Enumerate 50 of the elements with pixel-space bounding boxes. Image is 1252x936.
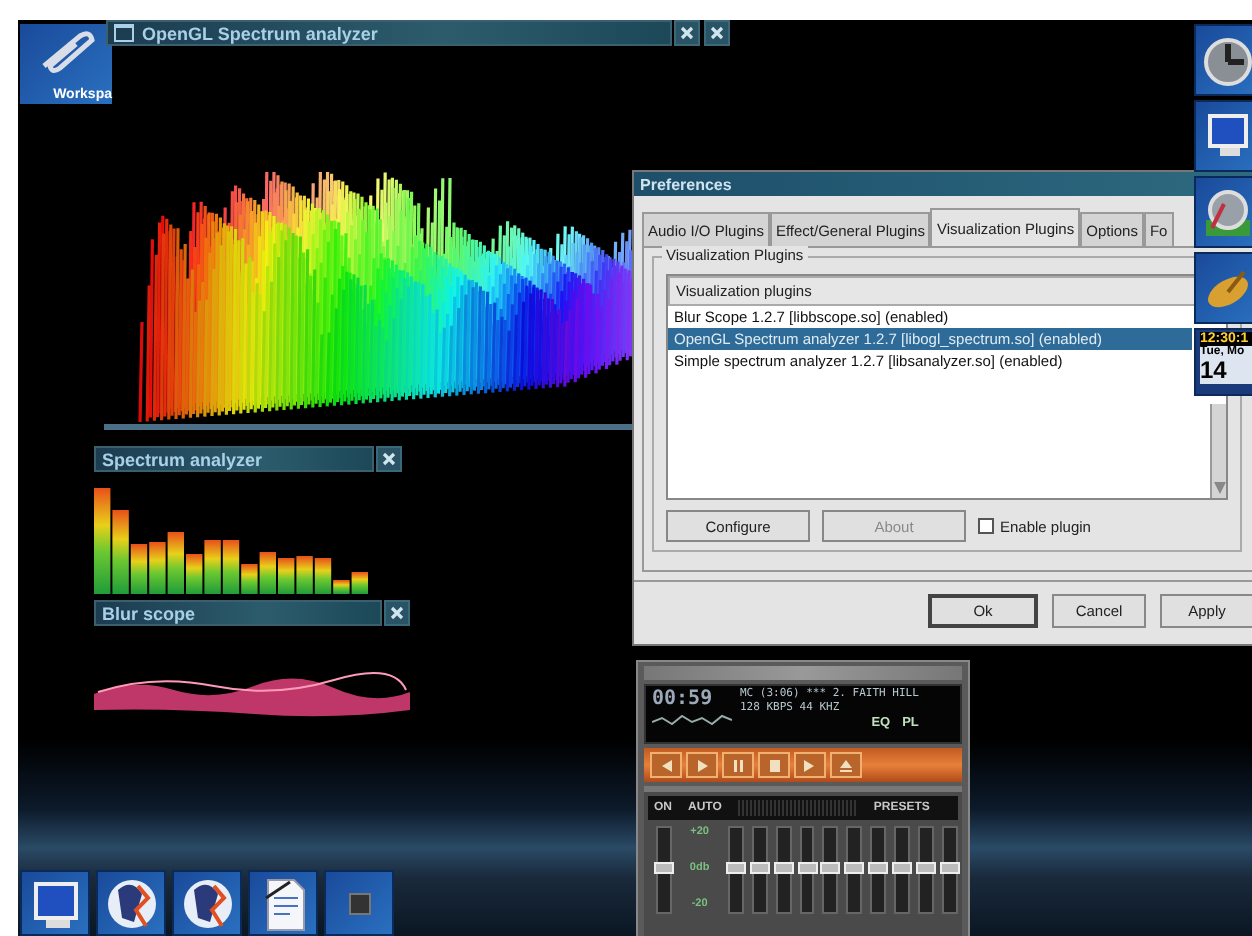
clock-day: 14 [1200,358,1252,384]
dock-tile[interactable] [1194,24,1252,96]
close-icon [382,452,396,466]
window-title: Blur scope [102,603,196,623]
pause-icon [728,755,748,775]
taskbar-tile[interactable] [248,870,318,936]
slider-thumb[interactable] [916,862,937,874]
slider-thumb[interactable] [844,862,865,874]
close-icon [680,26,694,40]
control-button[interactable] [794,752,826,778]
stop-icon [764,755,784,775]
dock-tile[interactable] [1194,176,1252,248]
slider-thumb[interactable] [773,862,794,874]
close-icon [710,26,724,40]
taskbar-tile[interactable] [96,870,166,936]
taskbar-tile[interactable] [324,870,394,936]
equalizer-graph-drawing [737,800,858,816]
slider-thumb[interactable] [654,862,674,874]
control-button[interactable] [686,752,718,778]
slider-thumb[interactable] [868,862,889,874]
control-button[interactable] [650,752,682,778]
dock-tile[interactable] [1194,100,1252,172]
window-title: Spectrum analyzer [102,449,263,469]
scrollbar[interactable] [1210,404,1226,498]
close-icon [390,606,404,620]
dock-tile[interactable] [1194,252,1252,324]
window-title: OpenGL Spectrum analyzer [142,23,378,43]
time-display: 00:59 [652,688,715,712]
checkbox[interactable] [978,518,994,534]
slider-thumb[interactable] [940,862,961,874]
control-button[interactable] [830,752,862,778]
clock-disc-icon [1200,32,1252,88]
window-menu-icon[interactable] [114,24,134,42]
control-button[interactable] [758,752,790,778]
play-icon [692,755,712,775]
taskbar-tile[interactable] [172,870,242,936]
taskbar-tile[interactable] [20,870,90,936]
slider-thumb[interactable] [820,862,841,874]
close-button[interactable] [674,20,700,46]
close-button[interactable] [376,446,402,472]
visualizer-wave-icon [652,712,732,728]
close-button[interactable] [704,20,730,46]
close-button[interactable] [384,600,410,626]
slider-thumb[interactable] [892,862,913,874]
control-button[interactable] [722,752,754,778]
window-title: Preferences [640,175,732,193]
slider-thumb[interactable] [749,862,770,874]
slider-thumb[interactable] [725,862,746,874]
slider-thumb[interactable] [797,862,818,874]
eject-icon [836,755,856,775]
